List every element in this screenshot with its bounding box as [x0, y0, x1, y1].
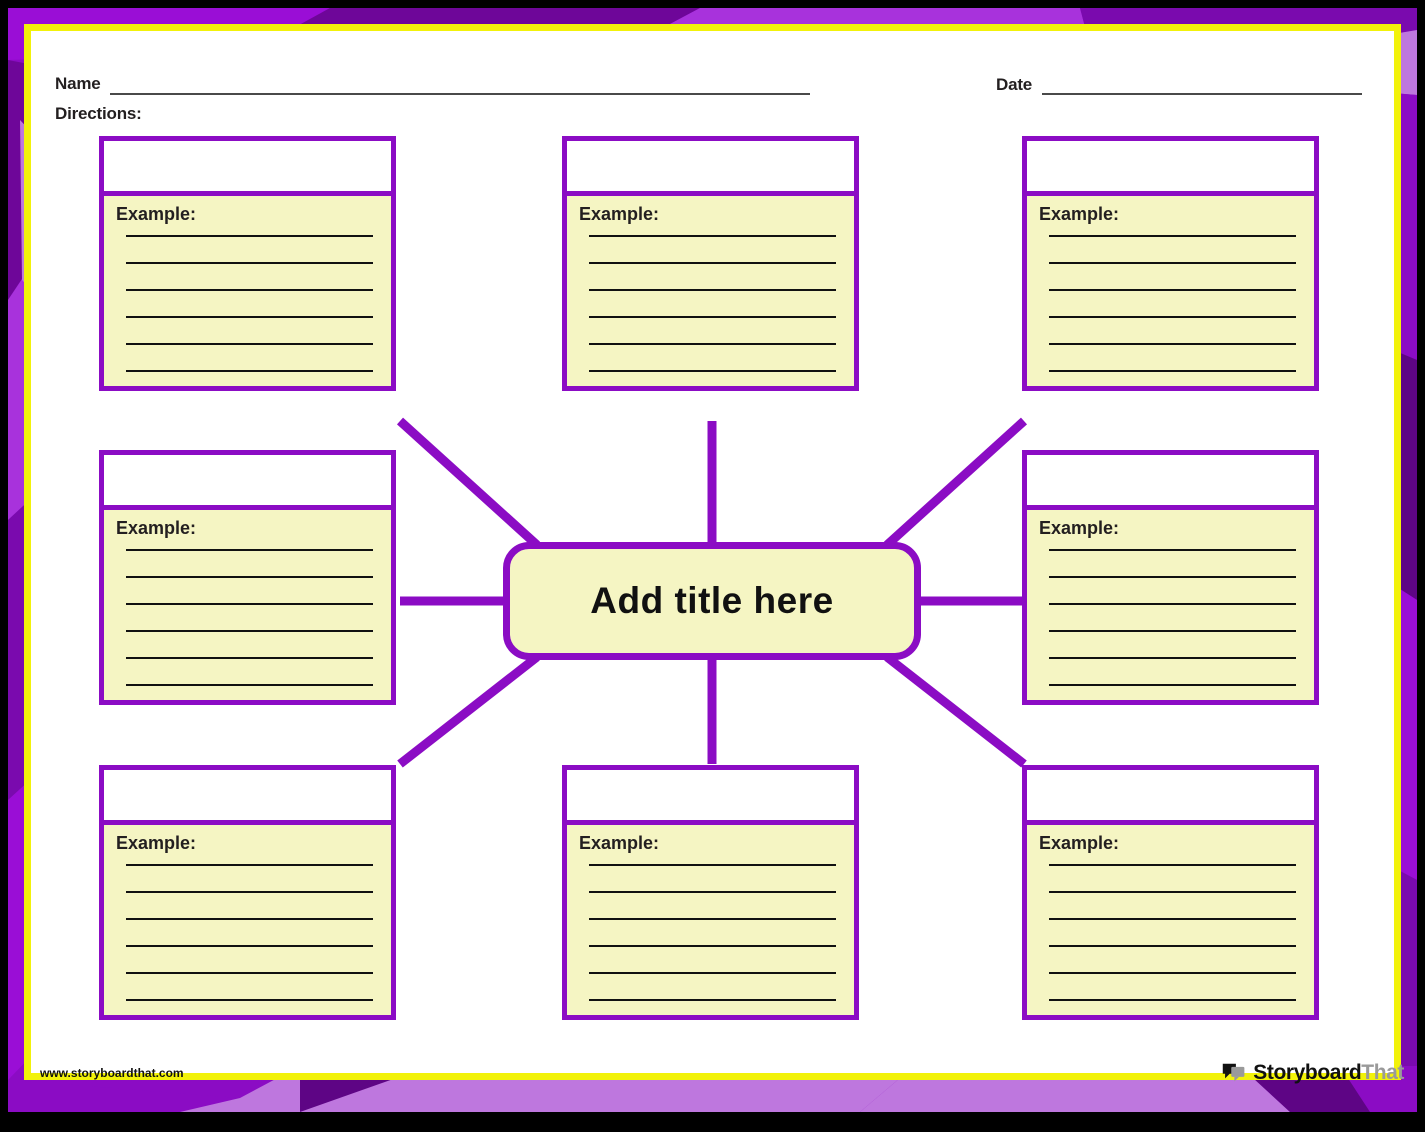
writing-line[interactable] [1049, 235, 1296, 237]
center-topic-bubble[interactable]: Add title here [503, 542, 921, 660]
writing-line[interactable] [126, 657, 373, 659]
writing-line[interactable] [589, 891, 836, 893]
logo-primary-text: Storyboard [1253, 1061, 1362, 1084]
writing-line[interactable] [126, 262, 373, 264]
card-top-left[interactable]: Example: [99, 136, 396, 391]
writing-line[interactable] [126, 576, 373, 578]
card-body: Example: [99, 196, 396, 391]
writing-line[interactable] [126, 630, 373, 632]
card-title-field[interactable] [1022, 136, 1319, 196]
writing-line[interactable] [126, 945, 373, 947]
card-body: Example: [99, 825, 396, 1020]
writing-line[interactable] [126, 370, 373, 372]
writing-line[interactable] [126, 918, 373, 920]
writing-line[interactable] [1049, 918, 1296, 920]
writing-line[interactable] [1049, 864, 1296, 866]
example-label: Example: [116, 833, 197, 853]
writing-line[interactable] [1049, 972, 1296, 974]
storyboardthat-logo: StoryboardThat [1222, 1056, 1404, 1090]
writing-line[interactable] [1049, 891, 1296, 893]
writing-line[interactable] [1049, 289, 1296, 291]
writing-line[interactable] [589, 235, 836, 237]
writing-line[interactable] [589, 370, 836, 372]
writing-lines[interactable] [1037, 235, 1304, 374]
card-bottom-right[interactable]: Example: [1022, 765, 1319, 1020]
card-body: Example: [1022, 196, 1319, 391]
writing-line[interactable] [1049, 262, 1296, 264]
card-body: Example: [1022, 825, 1319, 1020]
writing-line[interactable] [589, 918, 836, 920]
card-top-right[interactable]: Example: [1022, 136, 1319, 391]
writing-lines[interactable] [577, 235, 844, 374]
writing-line[interactable] [589, 262, 836, 264]
writing-line[interactable] [126, 864, 373, 866]
example-label: Example: [579, 204, 660, 224]
writing-lines[interactable] [577, 864, 844, 1003]
writing-line[interactable] [1049, 630, 1296, 632]
writing-lines[interactable] [114, 549, 381, 688]
writing-line[interactable] [126, 316, 373, 318]
example-label: Example: [116, 204, 197, 224]
writing-line[interactable] [126, 999, 373, 1001]
writing-line[interactable] [589, 999, 836, 1001]
card-title-field[interactable] [99, 450, 396, 510]
card-title-field[interactable] [99, 765, 396, 825]
logo-wordmark: StoryboardThat [1253, 1061, 1404, 1085]
writing-line[interactable] [1049, 343, 1296, 345]
writing-line[interactable] [1049, 999, 1296, 1001]
logo-secondary-text: That [1361, 1061, 1404, 1084]
card-body: Example: [1022, 510, 1319, 705]
card-body: Example: [562, 825, 859, 1020]
card-title-field[interactable] [1022, 765, 1319, 825]
worksheet-page: Name Date Directions: Add title here Exa… [0, 0, 1425, 1132]
writing-line[interactable] [1049, 576, 1296, 578]
card-title-field[interactable] [562, 765, 859, 825]
card-body: Example: [562, 196, 859, 391]
writing-line[interactable] [126, 684, 373, 686]
writing-line[interactable] [589, 945, 836, 947]
card-middle-left[interactable]: Example: [99, 450, 396, 705]
example-label: Example: [1039, 518, 1120, 538]
card-middle-right[interactable]: Example: [1022, 450, 1319, 705]
writing-line[interactable] [126, 235, 373, 237]
writing-line[interactable] [589, 972, 836, 974]
writing-line[interactable] [126, 891, 373, 893]
card-bottom-center[interactable]: Example: [562, 765, 859, 1020]
writing-line[interactable] [1049, 603, 1296, 605]
writing-line[interactable] [126, 603, 373, 605]
example-label: Example: [116, 518, 197, 538]
writing-line[interactable] [126, 972, 373, 974]
example-label: Example: [1039, 833, 1120, 853]
center-title-text: Add title here [590, 580, 834, 621]
speech-bubbles-icon [1222, 1063, 1245, 1082]
card-title-field[interactable] [99, 136, 396, 196]
writing-line[interactable] [1049, 316, 1296, 318]
writing-line[interactable] [589, 289, 836, 291]
writing-line[interactable] [1049, 684, 1296, 686]
writing-line[interactable] [1049, 370, 1296, 372]
writing-line[interactable] [126, 289, 373, 291]
site-url-text: www.storyboardthat.com [40, 1066, 184, 1080]
writing-line[interactable] [589, 316, 836, 318]
writing-lines[interactable] [114, 235, 381, 374]
card-top-center[interactable]: Example: [562, 136, 859, 391]
card-title-field[interactable] [562, 136, 859, 196]
card-title-field[interactable] [1022, 450, 1319, 510]
card-body: Example: [99, 510, 396, 705]
example-label: Example: [579, 833, 660, 853]
writing-lines[interactable] [114, 864, 381, 1003]
writing-line[interactable] [1049, 657, 1296, 659]
writing-line[interactable] [126, 549, 373, 551]
card-bottom-left[interactable]: Example: [99, 765, 396, 1020]
example-label: Example: [1039, 204, 1120, 224]
writing-line[interactable] [589, 864, 836, 866]
writing-line[interactable] [126, 343, 373, 345]
writing-line[interactable] [589, 343, 836, 345]
writing-line[interactable] [1049, 945, 1296, 947]
writing-lines[interactable] [1037, 549, 1304, 688]
writing-lines[interactable] [1037, 864, 1304, 1003]
writing-line[interactable] [1049, 549, 1296, 551]
